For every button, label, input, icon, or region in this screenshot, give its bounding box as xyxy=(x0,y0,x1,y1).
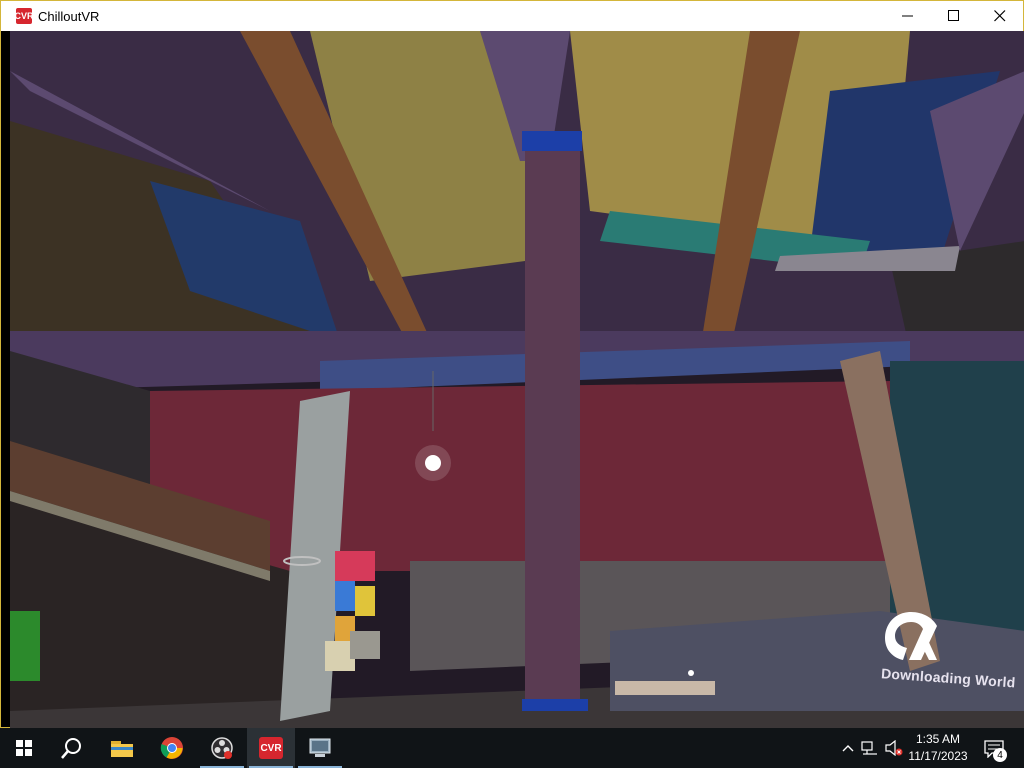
file-explorer-button[interactable] xyxy=(98,728,146,768)
start-button[interactable] xyxy=(0,728,48,768)
clock-date: 11/17/2023 xyxy=(908,749,968,763)
obs-icon xyxy=(211,737,233,759)
obs-button[interactable] xyxy=(198,728,246,768)
system-clock[interactable]: 1:35 AM 11/17/2023 xyxy=(900,731,976,765)
minimize-button[interactable] xyxy=(885,1,931,31)
clock-time: 1:35 AM xyxy=(915,732,961,746)
window-title: ChilloutVR xyxy=(38,8,100,24)
folder-icon xyxy=(111,741,133,757)
close-icon xyxy=(994,10,1006,22)
chilloutvr-taskbar-button[interactable]: CVR xyxy=(247,728,295,768)
maximize-icon xyxy=(948,10,959,21)
chilloutvr-app-icon: CVR xyxy=(14,8,34,24)
network-tray-button[interactable] xyxy=(860,738,880,758)
chilloutvr-loading-icon xyxy=(885,612,937,660)
minimize-icon xyxy=(902,15,913,17)
network-drive-icon xyxy=(309,738,331,757)
windows-logo-icon xyxy=(16,740,32,756)
network-app-button[interactable] xyxy=(296,728,344,768)
app-icon-text: CVR xyxy=(14,10,34,21)
download-status-text: Downloading World xyxy=(880,665,1016,691)
show-hidden-icons-button[interactable] xyxy=(838,738,858,758)
taskbar: CVR 1:35 AM 11/17/2023 xyxy=(0,728,1024,768)
chilloutvr-icon: CVR xyxy=(259,737,283,759)
attic-scene xyxy=(10,31,1024,728)
title-bar[interactable]: CVR ChilloutVR xyxy=(1,1,1023,31)
chrome-button[interactable] xyxy=(148,728,196,768)
search-icon xyxy=(61,738,81,759)
chrome-icon xyxy=(160,737,183,759)
downloading-indicator: Downloading World xyxy=(881,608,1021,698)
app-window: CVR ChilloutVR Downloading World xyxy=(0,0,1024,728)
close-button[interactable] xyxy=(977,1,1023,31)
chevron-up-icon xyxy=(842,745,854,752)
search-button[interactable] xyxy=(48,728,96,768)
notification-count-badge: 4 xyxy=(993,748,1007,762)
maximize-button[interactable] xyxy=(931,1,977,31)
game-viewport[interactable]: Downloading World xyxy=(10,31,1024,728)
network-icon xyxy=(861,741,877,755)
